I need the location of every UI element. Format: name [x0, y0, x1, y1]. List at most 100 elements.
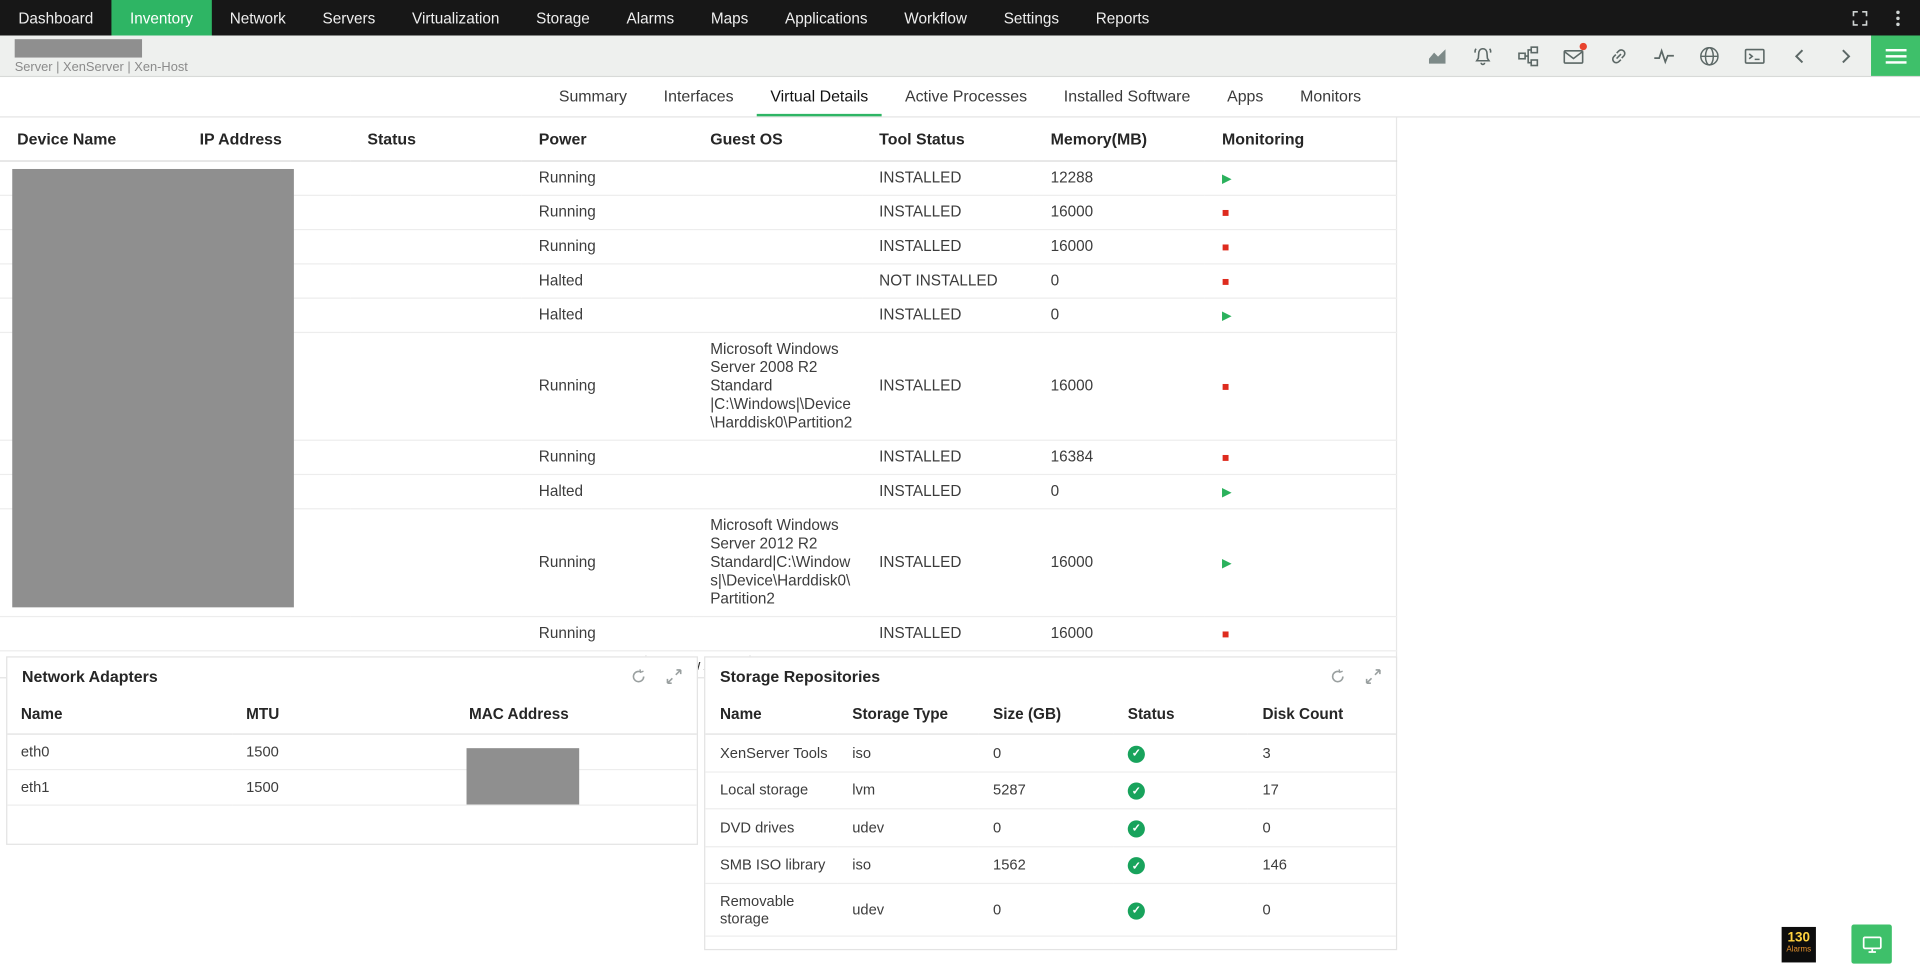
alarm-bell-icon[interactable] — [1472, 45, 1494, 67]
table-row[interactable]: Local storage lvm 5287 17 — [705, 771, 1396, 808]
nav-item-inventory[interactable]: Inventory — [112, 0, 212, 36]
nav-item-applications[interactable]: Applications — [767, 0, 886, 36]
repo-disk-count: 3 — [1248, 734, 1396, 771]
refresh-icon[interactable] — [631, 668, 647, 684]
vm-guest-os — [693, 440, 862, 474]
monitoring-stop-icon[interactable] — [1222, 452, 1229, 465]
nav-item-virtualization[interactable]: Virtualization — [394, 0, 518, 36]
link-icon[interactable] — [1608, 45, 1630, 67]
vm-tool-status: INSTALLED — [862, 195, 1033, 229]
alarm-count-badge[interactable]: 130 Alarms — [1782, 927, 1816, 963]
nav-item-dashboard[interactable]: Dashboard — [0, 0, 112, 36]
vm-memory: 0 — [1033, 474, 1204, 508]
col-name: Name — [705, 694, 837, 734]
vm-power: Running — [522, 440, 693, 474]
previous-device-icon[interactable] — [1789, 45, 1811, 67]
support-chat-icon — [1861, 933, 1883, 955]
vm-status — [350, 474, 521, 508]
nav-item-reports[interactable]: Reports — [1077, 0, 1167, 36]
tab-virtual-details[interactable]: Virtual Details — [757, 77, 882, 116]
tab-installed-software[interactable]: Installed Software — [1050, 77, 1203, 116]
monitoring-stop-icon[interactable] — [1222, 207, 1229, 220]
nav-item-workflow[interactable]: Workflow — [886, 0, 985, 36]
performance-graph-icon[interactable] — [1427, 45, 1449, 67]
hamburger-menu-button[interactable] — [1871, 36, 1920, 76]
nav-item-network[interactable]: Network — [211, 0, 304, 36]
monitoring-play-icon[interactable] — [1222, 310, 1231, 323]
expand-panel-icon[interactable] — [1365, 668, 1381, 684]
storage-repositories-title: Storage Repositories — [720, 667, 880, 685]
redacted-device-name — [15, 39, 142, 57]
monitoring-stop-icon[interactable] — [1222, 276, 1229, 289]
vm-monitoring — [1205, 440, 1397, 474]
vm-ip — [182, 617, 350, 651]
sparkline-icon[interactable] — [1653, 45, 1675, 67]
monitoring-stop-icon[interactable] — [1222, 381, 1229, 394]
table-row[interactable]: Removable storage udev 0 0 — [705, 883, 1396, 936]
col-mac-address: MAC Address — [456, 694, 697, 734]
vm-memory: 16000 — [1033, 230, 1204, 264]
vm-memory: 16000 — [1033, 509, 1204, 617]
table-row[interactable]: DVD drives udev 0 0 — [705, 809, 1396, 846]
nav-item-settings[interactable]: Settings — [985, 0, 1077, 36]
table-row[interactable]: SMB ISO library iso 1562 146 — [705, 846, 1396, 883]
monitoring-stop-icon[interactable] — [1222, 241, 1229, 254]
vm-memory: 0 — [1033, 264, 1204, 298]
col-monitoring: Monitoring — [1205, 118, 1397, 161]
console-icon[interactable] — [1744, 45, 1766, 67]
refresh-icon[interactable] — [1330, 668, 1346, 684]
table-row[interactable]: XenServer Tools iso 0 3 — [705, 734, 1396, 771]
adapter-name: eth1 — [7, 770, 232, 806]
nav-item-maps[interactable]: Maps — [692, 0, 766, 36]
tab-apps[interactable]: Apps — [1214, 77, 1277, 116]
vm-status — [350, 195, 521, 229]
vm-device-name — [0, 617, 182, 651]
table-row[interactable]: eth0 1500 — [7, 734, 696, 770]
repo-disk-count: 0 — [1248, 883, 1396, 936]
more-options-icon[interactable] — [1888, 8, 1908, 28]
monitoring-play-icon[interactable] — [1222, 557, 1231, 570]
vm-power: Halted — [522, 474, 693, 508]
monitoring-play-icon[interactable] — [1222, 173, 1231, 186]
tab-interfaces[interactable]: Interfaces — [650, 77, 747, 116]
repo-size: 5287 — [978, 771, 1113, 808]
vm-status — [350, 509, 521, 617]
vm-guest-os — [693, 298, 862, 332]
nav-item-storage[interactable]: Storage — [518, 0, 608, 36]
table-row[interactable]: Running INSTALLED 16000 — [0, 617, 1397, 651]
next-device-icon[interactable] — [1834, 45, 1856, 67]
nav-item-servers[interactable]: Servers — [304, 0, 393, 36]
repo-name: SMB ISO library — [705, 846, 837, 883]
monitoring-stop-icon[interactable] — [1222, 628, 1229, 641]
device-toolbar — [1427, 36, 1857, 76]
repo-size: 0 — [978, 883, 1113, 936]
storage-repositories-table: Name Storage Type Size (GB) Status Disk … — [705, 694, 1396, 936]
table-row[interactable]: eth1 1500 — [7, 770, 696, 806]
mail-icon[interactable] — [1562, 45, 1584, 67]
table-header-row: Name MTU MAC Address — [7, 694, 696, 734]
col-tool-status: Tool Status — [862, 118, 1033, 161]
vm-tool-status: INSTALLED — [862, 509, 1033, 617]
nav-item-alarms[interactable]: Alarms — [608, 0, 692, 36]
col-mtu: MTU — [233, 694, 456, 734]
vm-tool-status: INSTALLED — [862, 617, 1033, 651]
support-chat-button[interactable] — [1851, 924, 1891, 963]
expand-panel-icon[interactable] — [666, 668, 682, 684]
tab-monitors[interactable]: Monitors — [1287, 77, 1375, 116]
globe-icon[interactable] — [1698, 45, 1720, 67]
vm-monitoring — [1205, 195, 1397, 229]
vm-monitoring — [1205, 298, 1397, 332]
repo-status — [1113, 846, 1248, 883]
vm-tool-status: INSTALLED — [862, 332, 1033, 440]
monitoring-play-icon[interactable] — [1222, 486, 1231, 499]
adapter-mtu: 1500 — [233, 770, 456, 806]
repo-type: udev — [838, 883, 979, 936]
repo-disk-count: 0 — [1248, 809, 1396, 846]
col-disk-count: Disk Count — [1248, 694, 1396, 734]
topology-icon[interactable] — [1517, 45, 1539, 67]
tab-active-processes[interactable]: Active Processes — [892, 77, 1041, 116]
vm-power: Running — [522, 509, 693, 617]
repo-name: DVD drives — [705, 809, 837, 846]
fullscreen-icon[interactable] — [1850, 8, 1870, 28]
tab-summary[interactable]: Summary — [545, 77, 640, 116]
